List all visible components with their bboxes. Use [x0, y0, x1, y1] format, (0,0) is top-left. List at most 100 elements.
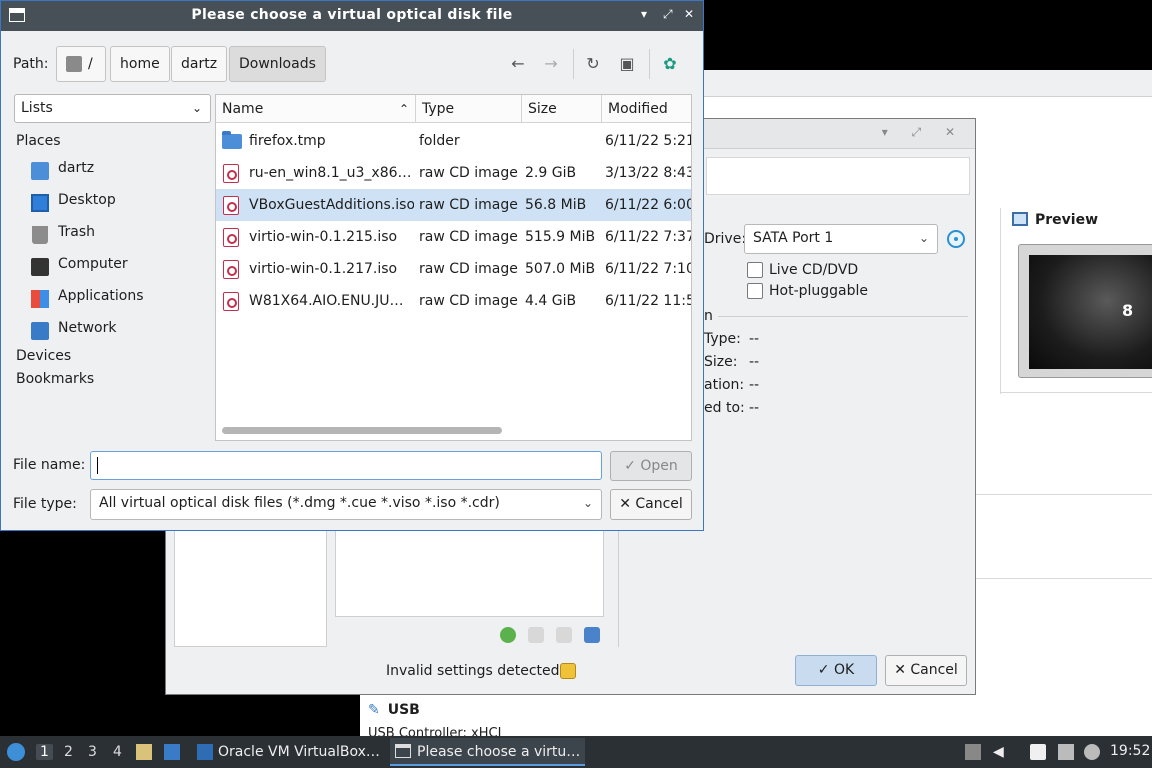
open-button[interactable]: ✓ Open: [610, 451, 692, 481]
path-root-button[interactable]: /: [56, 46, 106, 82]
info-value: --: [749, 377, 760, 393]
info-label: ation:: [704, 377, 745, 393]
computer-icon: [31, 258, 49, 276]
path-segment-downloads[interactable]: Downloads: [229, 46, 326, 82]
file-size: 4.4 GiB: [525, 293, 577, 309]
folder-icon: [222, 131, 242, 149]
show-desktop-icon[interactable]: [164, 744, 180, 760]
task-file-chooser[interactable]: Please choose a virtu…: [390, 738, 585, 766]
file-row[interactable]: W81X64.AIO.ENU.JU… raw CD image 4.4 GiB …: [216, 285, 691, 317]
workspace-3[interactable]: 3: [88, 744, 97, 760]
horizontal-scrollbar[interactable]: [222, 427, 502, 434]
sidebar-item-label: dartz: [58, 160, 95, 176]
file-row[interactable]: ru-en_win8.1_u3_x86… raw CD image 2.9 Gi…: [216, 157, 691, 189]
workspace-1[interactable]: 1: [36, 744, 53, 760]
view-mode-select[interactable]: Lists ⌄: [14, 94, 211, 123]
choose-disk-icon[interactable]: [947, 230, 965, 248]
maximize-icon[interactable]: ⤢: [663, 7, 673, 22]
settings-categories-list[interactable]: [174, 529, 327, 647]
column-header-size[interactable]: Size: [522, 95, 602, 123]
usb-section-title[interactable]: ✎ USB: [368, 702, 420, 718]
clipboard-icon[interactable]: [1030, 744, 1046, 760]
disc-image-icon: [223, 164, 239, 183]
file-type: raw CD image: [419, 197, 518, 213]
info-label: Size:: [704, 354, 738, 370]
check-icon: ✓: [817, 662, 834, 678]
divider: [718, 316, 968, 317]
preview-number: 8: [1122, 301, 1134, 320]
preview-screen: 8: [1029, 255, 1152, 369]
splitter[interactable]: [618, 529, 619, 647]
workspace-4[interactable]: 4: [113, 744, 122, 760]
usb-controller-text: USB Controller: xHCI: [368, 726, 502, 736]
file-row[interactable]: virtio-win-0.1.217.iso raw CD image 507.…: [216, 253, 691, 285]
refresh-icon[interactable]: ↻: [583, 54, 603, 74]
task-virtualbox[interactable]: Oracle VM VirtualBox…: [193, 738, 383, 766]
forward-arrow-icon[interactable]: →: [541, 54, 561, 74]
column-header-modified[interactable]: Modified: [602, 95, 691, 123]
chevron-down-icon: ⌄: [191, 101, 202, 115]
start-menu-icon[interactable]: [7, 743, 25, 761]
devices-header[interactable]: Devices: [16, 348, 71, 364]
chevron-down-icon: ⌄: [582, 496, 593, 510]
ok-button[interactable]: ✓ OK: [795, 655, 877, 686]
file-manager-icon[interactable]: [136, 744, 152, 760]
file-name: virtio-win-0.1.217.iso: [249, 261, 398, 277]
close-icon: ✕: [894, 662, 911, 678]
file-type: raw CD image: [419, 229, 518, 245]
live-cd-checkbox[interactable]: [747, 262, 763, 278]
home-folder-icon: [31, 162, 49, 180]
places-header[interactable]: Places: [16, 133, 61, 149]
toolbar-separator: [649, 49, 650, 79]
status-text: Invalid settings detected: [386, 663, 560, 679]
column-header-type[interactable]: Type: [416, 95, 522, 123]
file-modified: 6/11/22 7:37: [605, 229, 691, 245]
updates-icon[interactable]: [965, 744, 981, 760]
warning-icon[interactable]: [560, 663, 576, 679]
close-icon[interactable]: ✕: [684, 7, 694, 21]
text-caret: [97, 457, 98, 474]
volume-icon[interactable]: ◀: [993, 744, 1009, 760]
drive-select-value: SATA Port 1: [753, 230, 834, 246]
file-name-input[interactable]: [90, 451, 602, 480]
path-segment-dartz[interactable]: dartz: [171, 46, 228, 82]
info-label: ed to:: [704, 400, 745, 416]
virtualbox-icon: [197, 744, 213, 760]
bookmarks-header[interactable]: Bookmarks: [16, 371, 94, 387]
add-controller-icon[interactable]: [500, 627, 516, 643]
workspace-2[interactable]: 2: [64, 744, 73, 760]
file-size: 56.8 MiB: [525, 197, 587, 213]
file-list[interactable]: Name ⌃ Type Size Modified firefox.tmp fo…: [215, 94, 692, 441]
back-arrow-icon[interactable]: ←: [508, 54, 528, 74]
file-row[interactable]: firefox.tmp folder 6/11/22 5:21: [216, 125, 691, 157]
clock[interactable]: 19:52: [1110, 743, 1150, 759]
notifications-icon[interactable]: [1084, 744, 1100, 760]
cancel-button[interactable]: ✕ Cancel: [885, 655, 967, 686]
preview-title: Preview: [1035, 212, 1099, 228]
remove-attachment-icon[interactable]: [556, 627, 572, 643]
storage-devices-tree[interactable]: [335, 529, 604, 617]
path-segment-home[interactable]: home: [110, 46, 170, 82]
settings-icon[interactable]: ✿: [660, 54, 680, 74]
cancel-button[interactable]: ✕ Cancel: [610, 489, 692, 520]
network-icon[interactable]: [1058, 744, 1074, 760]
remove-controller-icon[interactable]: [584, 627, 600, 643]
drive-icon: [66, 56, 82, 72]
file-row[interactable]: virtio-win-0.1.215.iso raw CD image 515.…: [216, 221, 691, 253]
column-header-name[interactable]: Name ⌃: [216, 95, 416, 123]
drive-select[interactable]: SATA Port 1 ⌄: [744, 224, 938, 254]
window-icon: [395, 744, 411, 758]
file-type-select[interactable]: All virtual optical disk files (*.dmg *.…: [90, 489, 602, 520]
file-row-selected[interactable]: VBoxGuestAdditions.iso raw CD image 56.8…: [216, 189, 691, 221]
file-modified: 6/11/22 5:21: [605, 133, 691, 149]
file-name: firefox.tmp: [249, 133, 326, 149]
new-folder-icon[interactable]: ▣: [617, 54, 637, 74]
disc-image-icon: [223, 196, 239, 215]
file-type-label: File type:: [13, 496, 77, 512]
minimize-icon[interactable]: ▾: [641, 7, 647, 21]
add-attachment-icon[interactable]: [528, 627, 544, 643]
sidebar-item-label: Network: [58, 320, 117, 336]
hot-pluggable-checkbox[interactable]: [747, 283, 763, 299]
file-name-label: File name:: [13, 457, 86, 473]
window-controls[interactable]: ▾ ⤢ ✕: [882, 125, 965, 140]
